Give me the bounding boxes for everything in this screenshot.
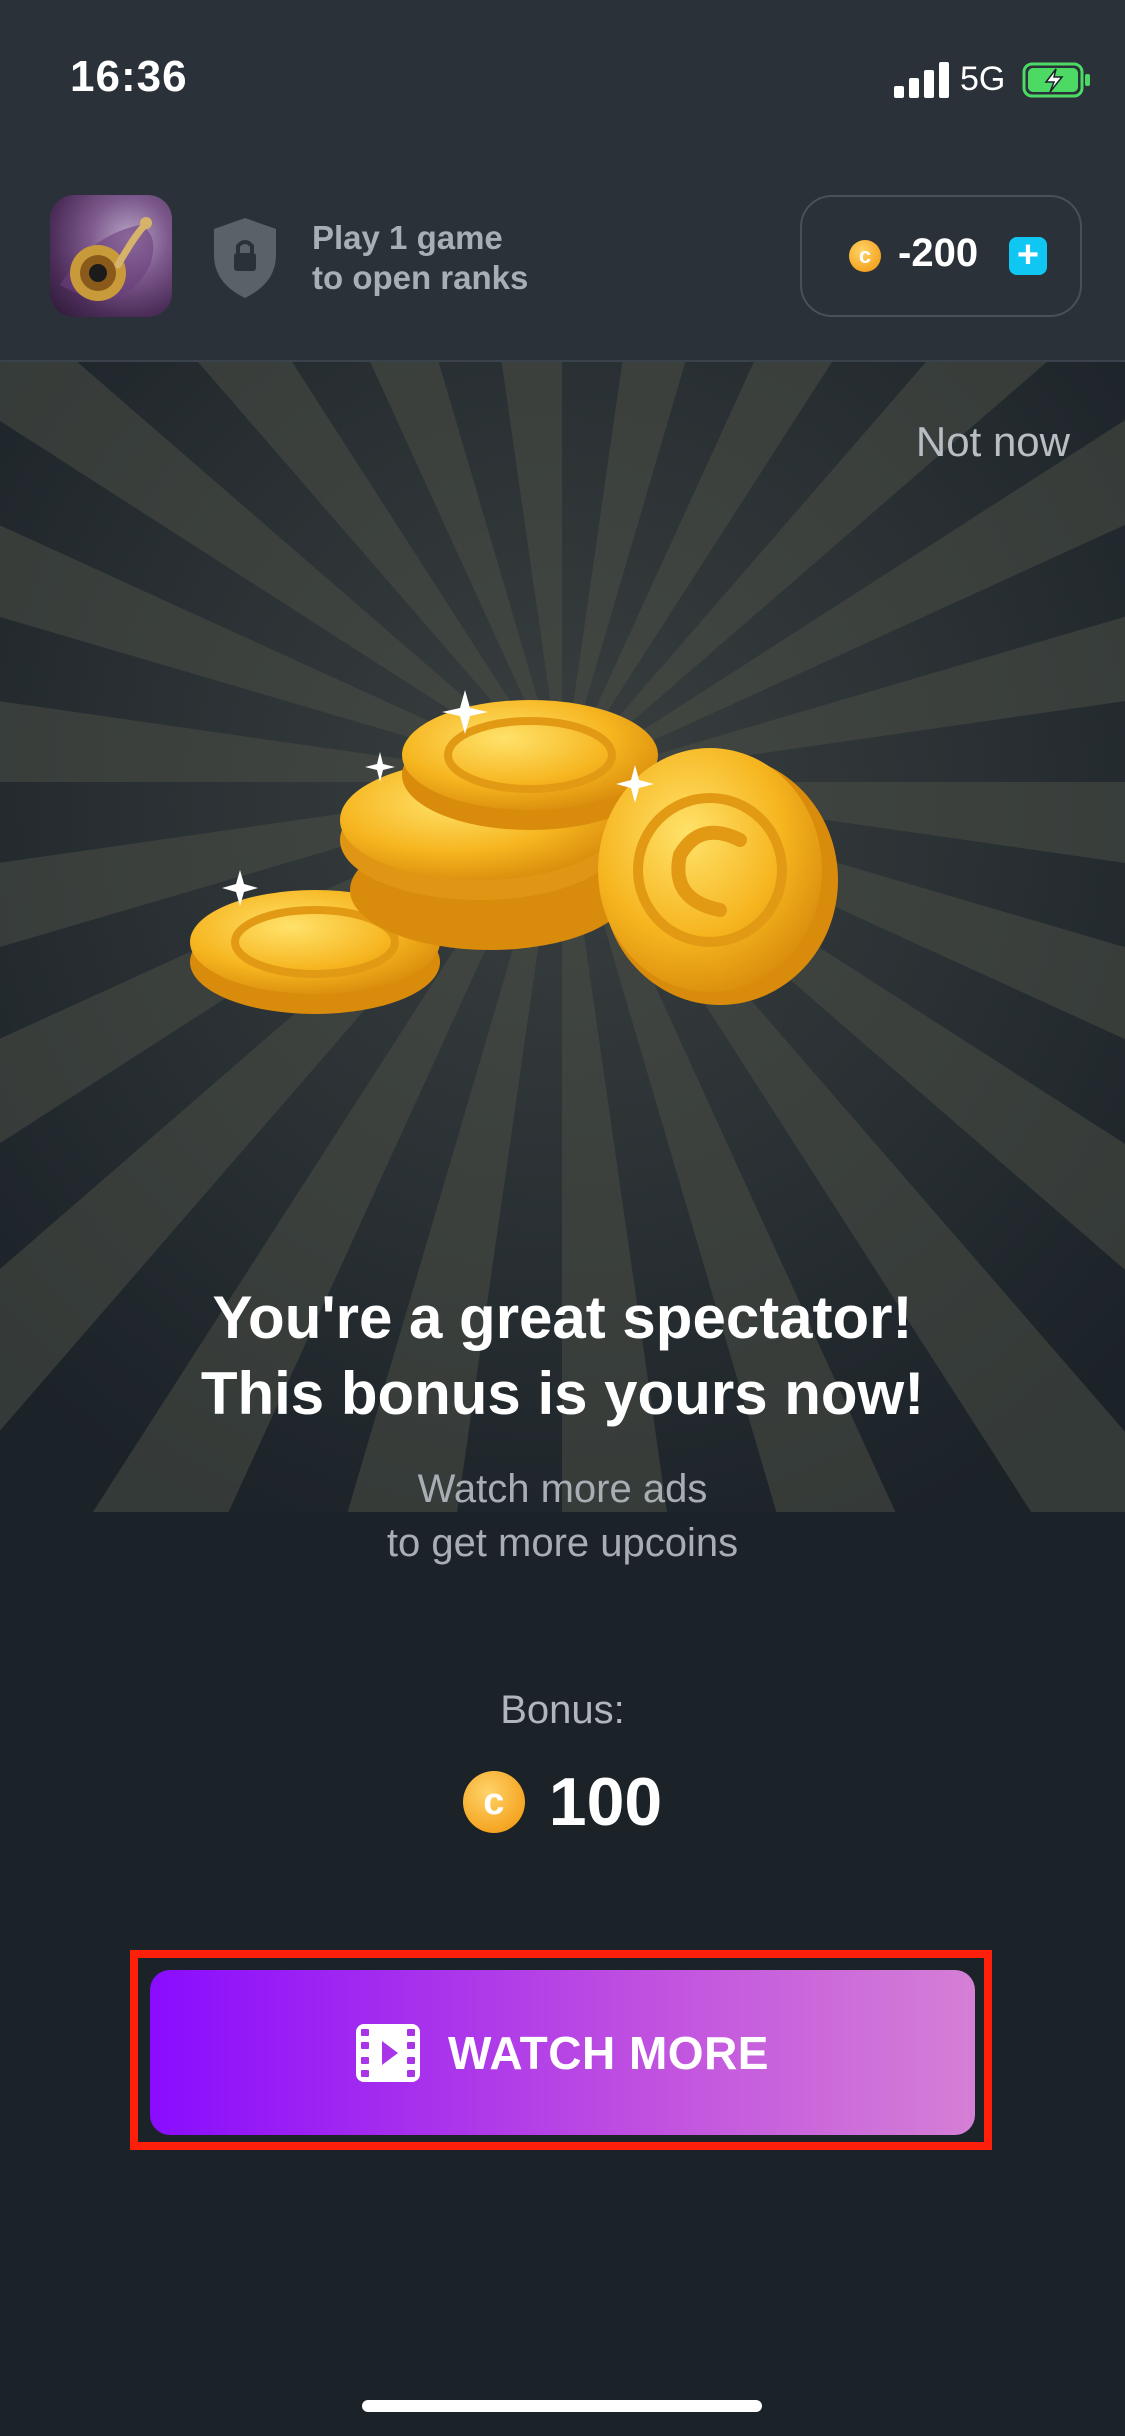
coin-icon: c <box>849 240 881 272</box>
signal-icon <box>894 62 949 98</box>
plus-icon[interactable]: + <box>1009 236 1047 275</box>
coin-balance-button[interactable]: c -200 + <box>800 195 1082 317</box>
bonus-amount: c 100 <box>0 1762 1125 1842</box>
network-type: 5G <box>960 60 1006 98</box>
coin-balance-value: -200 <box>898 231 979 275</box>
bonus-value: 100 <box>548 1764 663 1840</box>
watch-more-label: WATCH MORE <box>447 2026 769 2079</box>
watch-more-button[interactable]: WATCH MORE <box>150 1970 975 2135</box>
film-play-icon <box>355 2023 420 2082</box>
rank-hint-line2: to open ranks <box>312 259 529 296</box>
coin-icon: c <box>462 1771 525 1833</box>
coin-pile-illustration <box>190 690 838 1014</box>
rank-hint: Play 1 game to open ranks <box>312 218 528 298</box>
not-now-button[interactable]: Not now <box>916 418 1070 466</box>
popup-subtitle-line1: Watch more ads <box>417 1467 708 1511</box>
status-bar: 16:36 5G <box>0 0 1125 140</box>
popup-title-line1: You're a great spectator! <box>212 1284 913 1351</box>
popup-subtitle-line2: to get more upcoins <box>386 1521 739 1565</box>
bonus-label: Bonus: <box>500 1688 625 1732</box>
popup-title: You're a great spectator! This bonus is … <box>0 1280 1125 1432</box>
popup-subtitle: Watch more ads to get more upcoins <box>0 1462 1125 1570</box>
battery-charging-icon <box>1022 62 1090 98</box>
shield-lock-icon <box>214 218 276 298</box>
app-header: Play 1 game to open ranks c -200 + <box>0 140 1125 362</box>
home-indicator[interactable] <box>362 2400 762 2412</box>
rank-hint-line1: Play 1 game <box>312 219 503 256</box>
clock-time: 16:36 <box>70 52 188 101</box>
popup-title-line2: This bonus is yours now! <box>200 1360 925 1427</box>
game-avatar[interactable] <box>50 195 172 317</box>
snail-art-icon <box>60 217 154 301</box>
